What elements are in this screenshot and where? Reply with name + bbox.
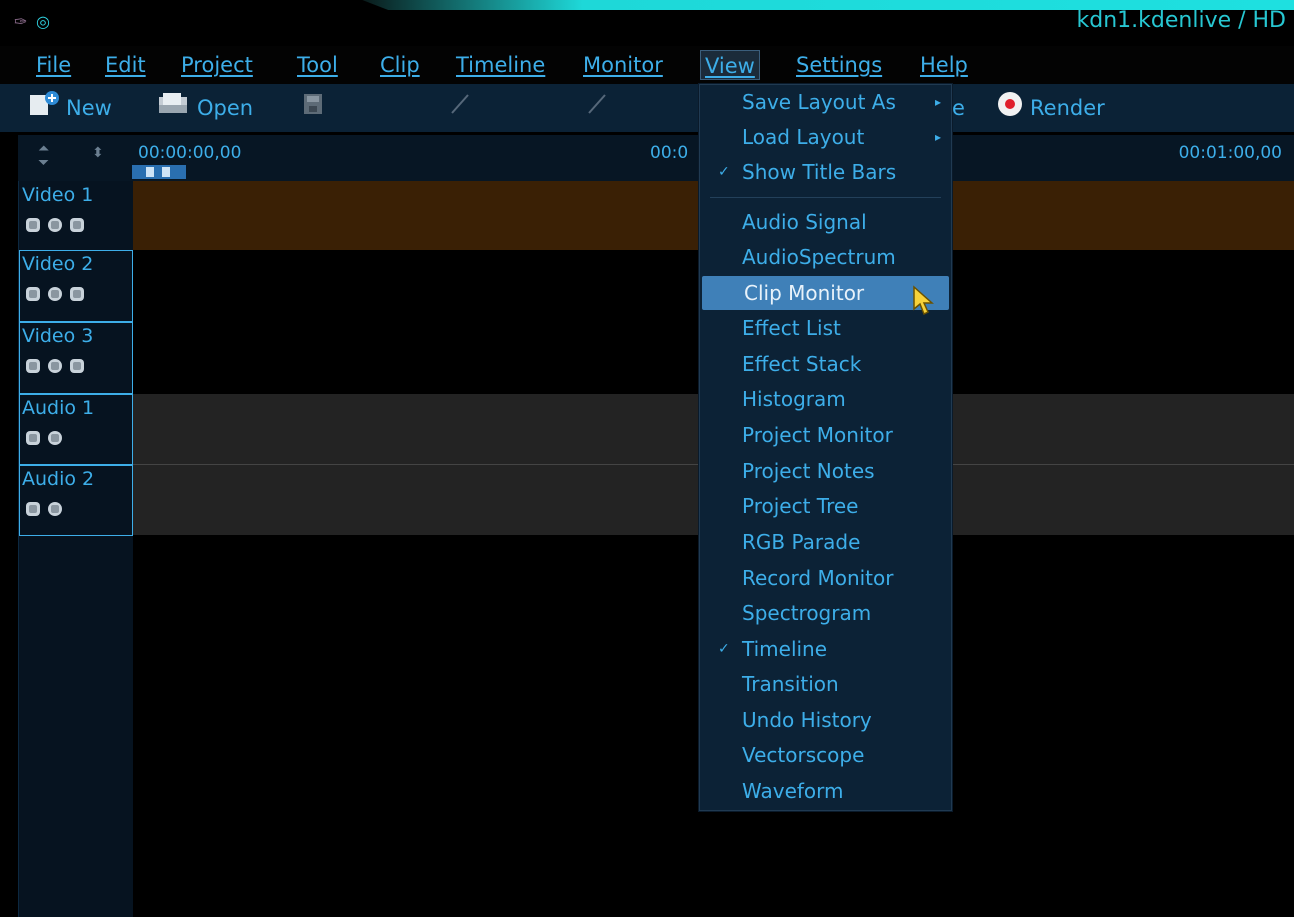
menu-waveform[interactable]: Waveform [700,774,951,808]
menu-view[interactable]: View [700,50,760,80]
ruler-corner: ⏶ ⏷ ⬍ [18,135,132,181]
lock-icon[interactable] [26,218,40,232]
redo-button[interactable] [585,92,611,124]
window-title: kdn1.kdenlive / HD [1076,8,1286,33]
track-header-video3[interactable]: Video 3 [19,322,133,394]
view-menu-dropdown: Save Layout As ▸ Load Layout ▸ ✓ Show Title… [699,84,952,811]
new-label: New [66,96,112,120]
pin-icon[interactable]: ✑ [14,12,27,31]
menu-vectorscope[interactable]: Vectorscope [700,738,951,772]
redo-icon [585,91,611,126]
save-button[interactable] [303,92,323,124]
zoom-stepper-icon[interactable]: ⬍ [92,145,104,161]
menu-audio-signal[interactable]: Audio Signal [700,205,951,239]
hide-video-icon[interactable] [70,359,84,373]
render-label: Render [1030,96,1105,120]
open-folder-icon [155,91,191,126]
lock-icon[interactable] [26,287,40,301]
mute-icon[interactable] [48,287,62,301]
undo-icon [448,91,474,126]
hide-video-icon[interactable] [70,218,84,232]
app-menu-icon[interactable]: ◎ [36,12,50,31]
track-name: Video 1 [22,184,94,206]
ruler-mid-timecode: 00:0 [650,143,689,163]
title-bar: ✑ ◎ kdn1.kdenlive / HD [0,0,1294,42]
menu-monitor[interactable]: Monitor [579,50,667,80]
track-name: Audio 2 [22,468,95,490]
mute-icon[interactable] [48,218,62,232]
menu-show-title-bars[interactable]: ✓ Show Title Bars [700,155,951,189]
checkmark-icon: ✓ [718,164,730,180]
menu-edit[interactable]: Edit [101,50,150,80]
render-button[interactable]: Render [996,90,1105,127]
track-header-audio2[interactable]: Audio 2 [19,465,133,536]
menu-transition[interactable]: Transition [700,667,951,701]
save-disk-icon [303,92,323,125]
record-icon [996,90,1024,127]
pointer-cursor-icon [911,285,937,321]
track-name: Audio 1 [22,397,95,419]
checkmark-icon: ✓ [718,641,730,657]
new-button[interactable]: New [28,90,112,126]
track-name: Video 2 [22,253,94,275]
menu-audiospectrum[interactable]: AudioSpectrum [700,240,951,274]
open-label: Open [197,96,254,120]
main-toolbar: New Open e Render [0,84,1294,132]
lock-icon[interactable] [26,431,40,445]
menu-histogram[interactable]: Histogram [700,382,951,416]
menu-settings[interactable]: Settings [792,50,886,80]
menu-project-notes[interactable]: Project Notes [700,454,951,488]
ruler-end-timecode: 00:01:00,00 [1178,143,1282,163]
item-label: Load Layout [742,125,865,149]
item-label: Show Title Bars [742,160,897,184]
expand-tracks-icon[interactable]: ⏷ [38,155,49,171]
partial-toolbar-button[interactable]: e [952,92,965,124]
menu-load-layout[interactable]: Load Layout ▸ [700,120,951,154]
menu-clip[interactable]: Clip [376,50,424,80]
menu-effect-stack[interactable]: Effect Stack [700,347,951,381]
mute-icon[interactable] [48,431,62,445]
menu-save-layout-as[interactable]: Save Layout As ▸ [700,85,951,119]
track-name: Video 3 [22,325,94,347]
menu-tool[interactable]: Tool [293,50,342,80]
menu-project-monitor[interactable]: Project Monitor [700,418,951,452]
menu-separator [710,197,941,198]
item-label: Timeline [742,637,828,661]
track-header-video1[interactable]: Video 1 [19,181,133,250]
menu-timeline-panel[interactable]: ✓ Timeline [700,632,951,666]
mute-icon[interactable] [48,359,62,373]
new-document-icon [28,90,60,126]
lock-icon[interactable] [26,502,40,516]
menu-spectrogram[interactable]: Spectrogram [700,596,951,630]
undo-button[interactable] [448,92,474,124]
hide-video-icon[interactable] [70,287,84,301]
playhead-marker[interactable] [132,165,186,179]
track-header-video2[interactable]: Video 2 [19,250,133,322]
track-header-audio1[interactable]: Audio 1 [19,394,133,465]
open-button[interactable]: Open [155,92,253,124]
menu-project-tree[interactable]: Project Tree [700,489,951,523]
submenu-arrow-icon: ▸ [934,130,941,144]
menu-undo-history[interactable]: Undo History [700,703,951,737]
menu-project[interactable]: Project [177,50,257,80]
menu-file[interactable]: File [32,50,75,80]
lock-icon[interactable] [26,359,40,373]
menu-help[interactable]: Help [916,50,972,80]
ruler-start-timecode: 00:00:00,00 [138,143,242,163]
menu-bar: File Edit Project Tool Clip Timeline Mon… [0,46,1294,84]
menu-timeline[interactable]: Timeline [452,50,549,80]
submenu-arrow-icon: ▸ [934,95,941,109]
track-headers-panel: Video 1 Video 2 Video 3 Audio 1 Audio 2 [18,181,133,917]
mute-icon[interactable] [48,502,62,516]
item-label: Save Layout As [742,90,896,114]
menu-rgb-parade[interactable]: RGB Parade [700,525,951,559]
menu-record-monitor[interactable]: Record Monitor [700,561,951,595]
partial-label: e [952,96,965,120]
